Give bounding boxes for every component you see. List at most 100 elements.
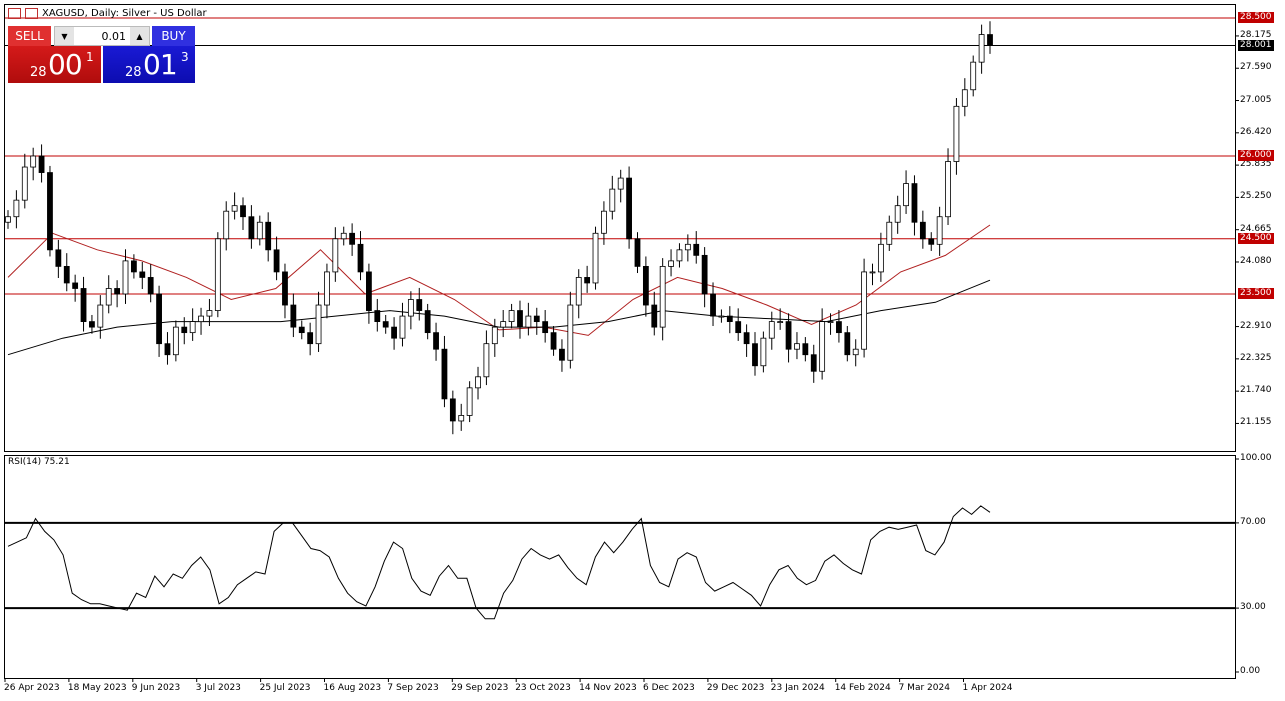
- time-axis-label: 18 May 2023: [68, 683, 127, 693]
- bear-candle: [182, 327, 187, 333]
- bear-candle: [47, 173, 52, 250]
- price-axis-label: 27.590: [1240, 62, 1272, 72]
- bear-candle: [165, 344, 170, 355]
- bull-candle: [14, 200, 19, 217]
- bull-candle: [467, 388, 472, 416]
- bear-candle: [635, 239, 640, 267]
- bull-candle: [853, 349, 858, 355]
- time-axis-label: 16 Aug 2023: [324, 683, 382, 693]
- rsi-indicator-label: RSI(14) 75.21: [8, 457, 70, 467]
- time-axis-label: 25 Jul 2023: [260, 683, 311, 693]
- sell-button[interactable]: SELL: [8, 26, 51, 46]
- bull-candle: [677, 250, 682, 261]
- bull-candle: [190, 322, 195, 333]
- bear-candle: [836, 322, 841, 333]
- lot-size-stepper[interactable]: ▼ 0.01 ▲: [54, 26, 150, 46]
- time-axis-label: 23 Oct 2023: [515, 683, 571, 693]
- decrease-lot-button[interactable]: ▼: [55, 27, 74, 45]
- bear-candle: [434, 333, 439, 350]
- level-price-tag: 23.500: [1238, 288, 1274, 299]
- chart-title-bar: XAGUSD, Daily: Silver - US Dollar: [8, 8, 207, 19]
- bull-candle: [459, 415, 464, 421]
- axis-ticks: [5, 36, 1239, 682]
- bear-candle: [517, 311, 522, 328]
- rsi-axis-label: 0.00: [1240, 666, 1260, 676]
- buy-price[interactable]: 28 01 3: [103, 46, 195, 83]
- time-axis-label: 1 Apr 2024: [963, 683, 1013, 693]
- bear-candle: [89, 322, 94, 328]
- time-axis-label: 14 Nov 2023: [579, 683, 637, 693]
- price-axis-label: 26.420: [1240, 127, 1272, 137]
- bear-candle: [73, 283, 78, 289]
- trade-list-icon[interactable]: [8, 8, 21, 19]
- bull-candle: [526, 316, 531, 327]
- price-axis-label: 22.325: [1240, 353, 1272, 363]
- bear-candle: [543, 322, 548, 333]
- bull-candle: [341, 233, 346, 239]
- bear-candle: [39, 156, 44, 173]
- bull-candle: [123, 261, 128, 294]
- bull-candle: [568, 305, 573, 360]
- bear-candle: [988, 35, 993, 46]
- bull-candle: [232, 206, 237, 212]
- bull-candle: [719, 316, 724, 317]
- bull-candle: [324, 272, 329, 305]
- level-price-tag: 24.500: [1238, 233, 1274, 244]
- buy-price-pips: 01: [143, 48, 177, 81]
- bear-candle: [534, 316, 539, 322]
- bull-candle: [862, 272, 867, 349]
- bull-candle: [828, 322, 833, 323]
- bear-candle: [274, 250, 279, 272]
- time-axis-label: 29 Sep 2023: [451, 683, 508, 693]
- bull-candle: [685, 244, 690, 250]
- increase-lot-button[interactable]: ▲: [130, 27, 149, 45]
- bear-candle: [392, 327, 397, 338]
- bear-candle: [727, 316, 732, 322]
- lot-size-input[interactable]: 0.01: [74, 27, 130, 45]
- time-axis-label: 7 Sep 2023: [387, 683, 438, 693]
- bull-candle: [669, 261, 674, 267]
- bear-candle: [282, 272, 287, 305]
- current-price-tag: 28.001: [1238, 40, 1274, 51]
- bear-candle: [752, 344, 757, 366]
- bull-candle: [576, 277, 581, 305]
- bear-candle: [375, 311, 380, 322]
- bear-candle: [115, 288, 120, 294]
- time-axis-label: 23 Jan 2024: [771, 683, 825, 693]
- bull-candle: [224, 211, 229, 239]
- bull-candle: [316, 305, 321, 344]
- price-axis-label: 24.080: [1240, 256, 1272, 266]
- bull-candle: [333, 239, 338, 272]
- time-axis-label: 6 Dec 2023: [643, 683, 695, 693]
- bear-candle: [358, 244, 363, 272]
- bull-candle: [6, 217, 11, 223]
- moving-averages: [8, 225, 990, 355]
- bull-candle: [937, 217, 942, 245]
- bull-candle: [215, 239, 220, 311]
- buy-button[interactable]: BUY: [152, 26, 195, 46]
- rsi-panel-frame: [5, 456, 1236, 679]
- bull-candle: [593, 233, 598, 283]
- bear-candle: [417, 300, 422, 311]
- time-axis-label: 3 Jul 2023: [196, 683, 241, 693]
- chart-canvas[interactable]: [0, 0, 1285, 701]
- price-axis-label: 27.005: [1240, 95, 1272, 105]
- bear-candle: [350, 233, 355, 244]
- bull-candle: [870, 272, 875, 273]
- bear-candle: [266, 222, 271, 250]
- bull-candle: [106, 288, 111, 305]
- bull-candle: [257, 222, 262, 239]
- price-axis-label: 25.250: [1240, 191, 1272, 201]
- bull-candle: [173, 327, 178, 355]
- bear-candle: [425, 311, 430, 333]
- depth-of-market-icon[interactable]: [25, 8, 38, 19]
- ma-slow-line: [8, 280, 990, 355]
- buy-price-prefix: 28: [125, 65, 142, 80]
- bull-candle: [400, 316, 405, 338]
- bull-candle: [601, 211, 606, 233]
- price-axis-label: 28.175: [1240, 30, 1272, 40]
- bear-candle: [929, 239, 934, 245]
- bear-candle: [803, 344, 808, 355]
- sell-price[interactable]: 28 00 1: [8, 46, 101, 83]
- bear-candle: [291, 305, 296, 327]
